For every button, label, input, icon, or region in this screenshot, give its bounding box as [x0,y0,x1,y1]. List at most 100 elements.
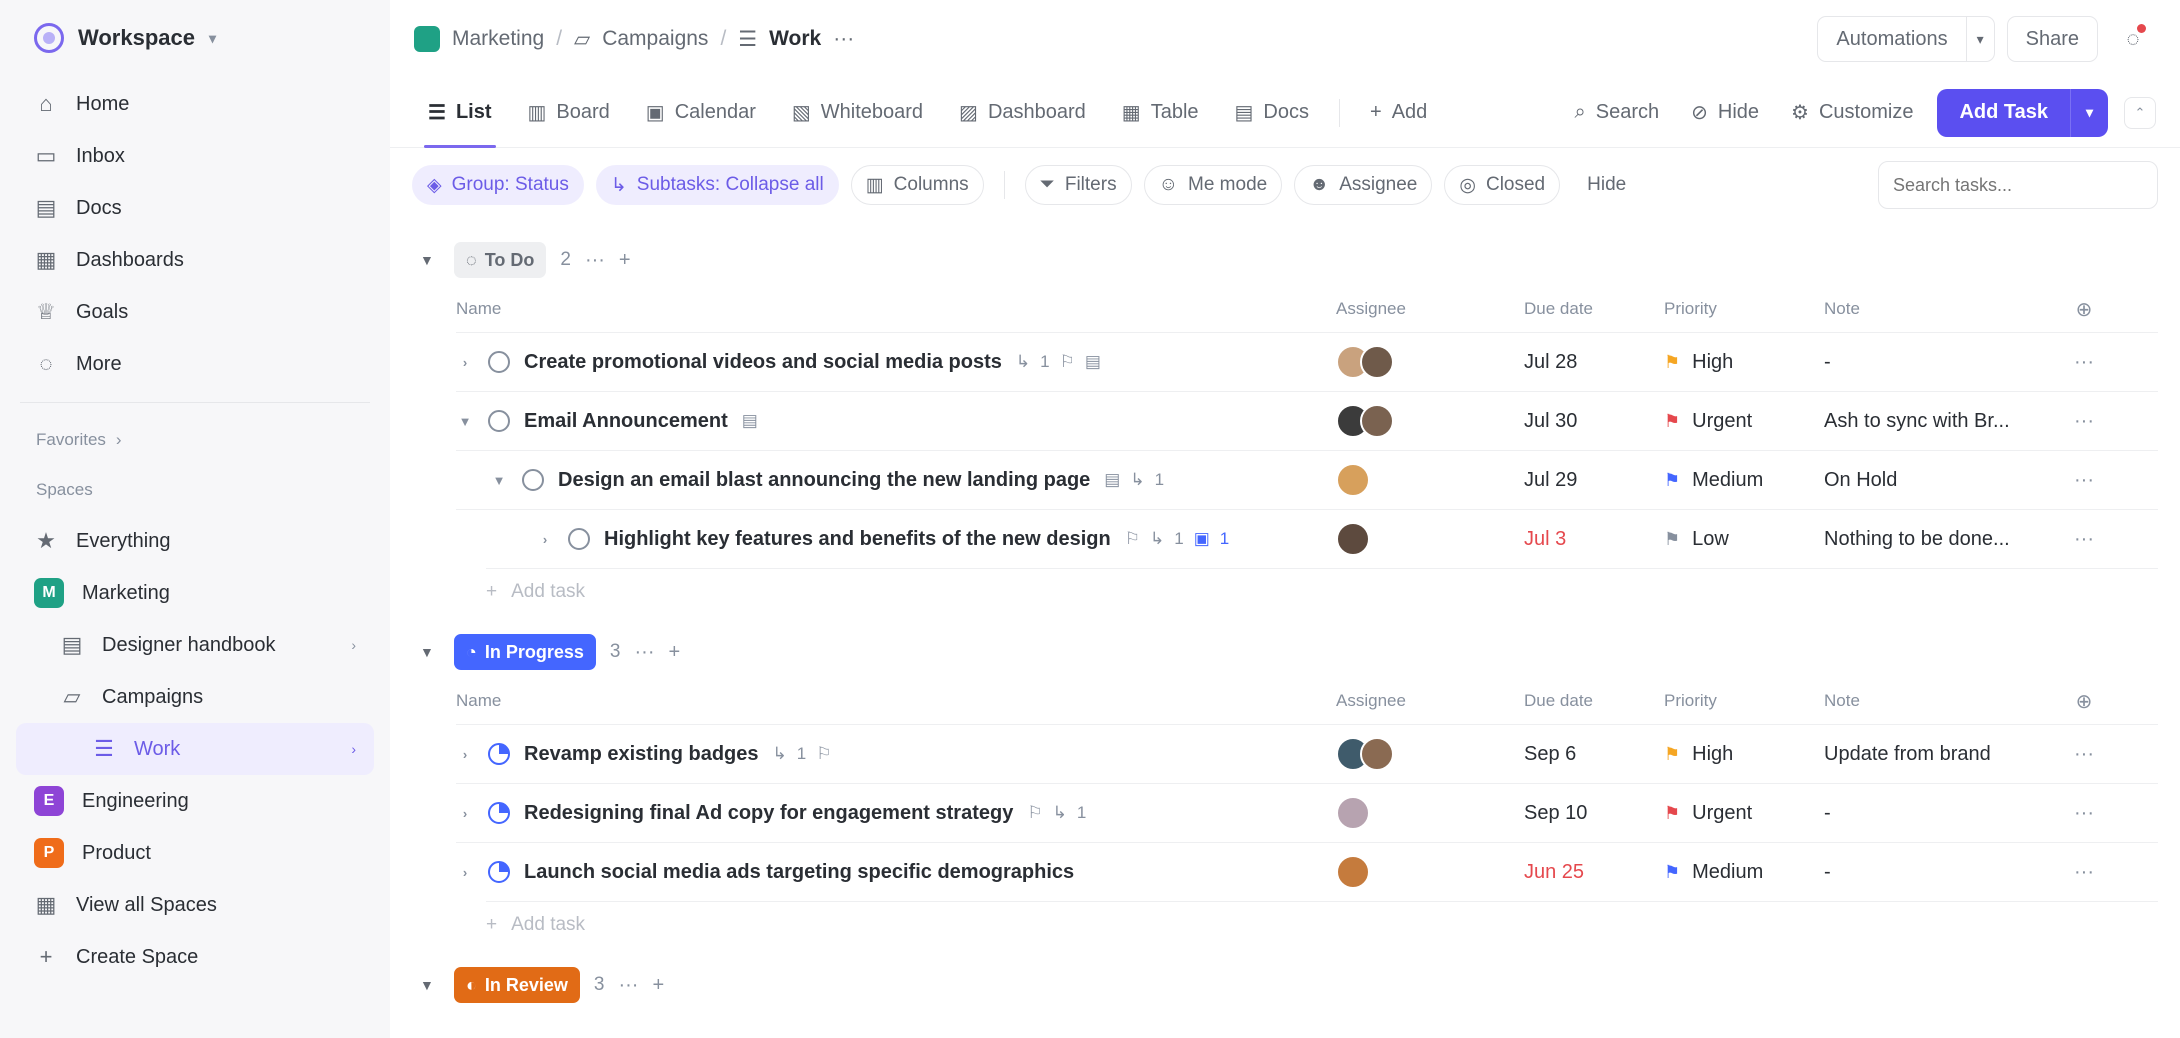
priority-cell[interactable]: ⚑ Urgent [1664,410,1824,433]
priority-cell[interactable]: ⚑ Low [1664,528,1824,551]
col-name[interactable]: Name [456,299,1336,319]
automations-dropdown-button[interactable]: ▾ [1966,16,1995,62]
row-more-icon[interactable]: ··· [2056,802,2112,825]
search-button[interactable]: ⌕ Search [1567,101,1668,124]
task-name[interactable]: Launch social media ads targeting specif… [524,861,1074,884]
col-due[interactable]: Due date [1524,299,1664,319]
task-status-icon[interactable] [488,802,510,824]
due-date[interactable]: Jul 30 [1524,410,1664,433]
expand-icon[interactable]: › [456,355,474,370]
task-status-icon[interactable] [488,743,510,765]
expand-icon[interactable]: › [536,532,554,547]
me-mode-chip[interactable]: ☺ Me mode [1143,165,1283,205]
closed-chip[interactable]: ◎ Closed [1444,165,1561,205]
col-name[interactable]: Name [456,691,1336,711]
expand-icon[interactable]: › [456,806,474,821]
note-cell[interactable]: Update from brand [1824,743,2056,766]
due-date[interactable]: Jul 3 [1524,528,1664,551]
due-date[interactable]: Jul 29 [1524,469,1664,492]
col-note[interactable]: Note [1824,299,2056,319]
priority-cell[interactable]: ⚑ High [1664,743,1824,766]
priority-cell[interactable]: ⚑ Medium [1664,861,1824,884]
breadcrumb-space[interactable]: Marketing [452,27,544,51]
subtask-row[interactable]: ▼ Design an email blast announcing the n… [456,450,2158,509]
task-name[interactable]: Design an email blast announcing the new… [558,469,1090,492]
add-task-dropdown[interactable]: ▾ [2070,88,2108,137]
task-row[interactable]: › Launch social media ads targeting spec… [456,842,2158,901]
subtasks-chip[interactable]: ↳ Subtasks: Collapse all [595,165,839,205]
add-task-row[interactable]: + Add task [486,901,2158,947]
add-task-button[interactable]: Add Task [1937,89,2070,137]
assignee-avatars[interactable] [1336,404,1524,438]
search-tasks-input[interactable] [1878,161,2158,209]
priority-cell[interactable]: ⚑ Medium [1664,469,1824,492]
tab-whiteboard[interactable]: ▧ Whiteboard [778,78,937,148]
assignee-avatars[interactable] [1336,463,1524,497]
note-cell[interactable]: - [1824,861,2056,884]
subtask-row[interactable]: › Highlight key features and benefits of… [456,509,2158,568]
breadcrumb-folder[interactable]: Campaigns [602,27,708,51]
col-assignee[interactable]: Assignee [1336,299,1524,319]
task-name[interactable]: Email Announcement [524,410,728,433]
col-note[interactable]: Note [1824,691,2056,711]
column-settings-icon[interactable]: ⊕ [2056,689,2112,714]
row-more-icon[interactable]: ··· [2056,469,2112,492]
assignee-avatars[interactable] [1336,522,1524,556]
add-view-button[interactable]: + Add [1356,78,1441,148]
note-cell[interactable]: On Hold [1824,469,2056,492]
task-status-icon[interactable] [488,410,510,432]
hide-chip[interactable]: Hide [1572,165,1641,205]
task-status-icon[interactable] [488,861,510,883]
task-status-icon[interactable] [488,351,510,373]
sidebar-item-dashboards[interactable]: ▦ Dashboards [16,234,374,286]
sidebar-item-more[interactable]: ◌ More [16,338,374,390]
task-row[interactable]: › Revamp existing badges ↳ 1 ⚐ Sep 6 ⚑ Hig… [456,724,2158,783]
sidebar-item-create-space[interactable]: + Create Space [16,931,374,983]
note-cell[interactable]: - [1824,802,2056,825]
hide-button[interactable]: ⊘ Hide [1683,100,1767,125]
chevron-down-icon[interactable]: ▼ [420,252,440,268]
due-date[interactable]: Sep 6 [1524,743,1664,766]
task-name[interactable]: Highlight key features and benefits of t… [604,528,1111,551]
customize-button[interactable]: ⚙ Customize [1783,100,1921,125]
status-badge[interactable]: ◌ To Do [454,242,547,278]
assignee-avatars[interactable] [1336,345,1524,379]
tab-docs[interactable]: ▤ Docs [1221,78,1323,148]
priority-cell[interactable]: ⚑ Urgent [1664,802,1824,825]
sidebar-item-inbox[interactable]: ▭ Inbox [16,130,374,182]
filters-chip[interactable]: ⏷ Filters [1024,165,1132,205]
task-name[interactable]: Redesigning final Ad copy for engagement… [524,802,1013,825]
collapse-icon[interactable]: ▼ [456,414,474,429]
sidebar-item-view-all-spaces[interactable]: ▦ View all Spaces [16,879,374,931]
col-assignee[interactable]: Assignee [1336,691,1524,711]
note-cell[interactable]: Ash to sync with Br... [1824,410,2056,433]
sidebar-item-goals[interactable]: ♕ Goals [16,286,374,338]
task-row[interactable]: › Create promotional videos and social m… [456,332,2158,391]
plus-icon[interactable]: + [668,641,680,664]
add-task-row[interactable]: + Add task [486,568,2158,614]
expand-icon[interactable]: › [456,865,474,880]
tab-dashboard[interactable]: ▨ Dashboard [945,78,1100,148]
sidebar-item-engineering[interactable]: E Engineering [16,775,374,827]
due-date[interactable]: Jun 25 [1524,861,1664,884]
more-options-icon[interactable]: ··· [833,27,854,51]
collapse-icon[interactable]: ▼ [490,473,508,488]
col-priority[interactable]: Priority [1664,299,1824,319]
more-options-icon[interactable]: ··· [635,641,655,664]
priority-cell[interactable]: ⚑ High [1664,351,1824,374]
row-more-icon[interactable]: ··· [2056,528,2112,551]
due-date[interactable]: Jul 28 [1524,351,1664,374]
sidebar-item-designer-handbook[interactable]: ▤ Designer handbook › [16,619,374,671]
assignee-avatars[interactable] [1336,737,1524,771]
col-priority[interactable]: Priority [1664,691,1824,711]
favorites-header[interactable]: Favorites › [16,415,374,465]
chevron-right-icon[interactable]: › [351,637,356,653]
chevron-right-icon[interactable]: › [351,741,356,757]
tab-list[interactable]: ☰ List [414,78,506,148]
tab-table[interactable]: ▦ Table [1108,78,1213,148]
chevron-down-icon[interactable]: ▼ [420,977,440,993]
more-options-icon[interactable]: ··· [618,974,638,997]
chevron-down-icon[interactable]: ▼ [420,644,440,660]
task-status-icon[interactable] [568,528,590,550]
task-name[interactable]: Revamp existing badges [524,743,759,766]
